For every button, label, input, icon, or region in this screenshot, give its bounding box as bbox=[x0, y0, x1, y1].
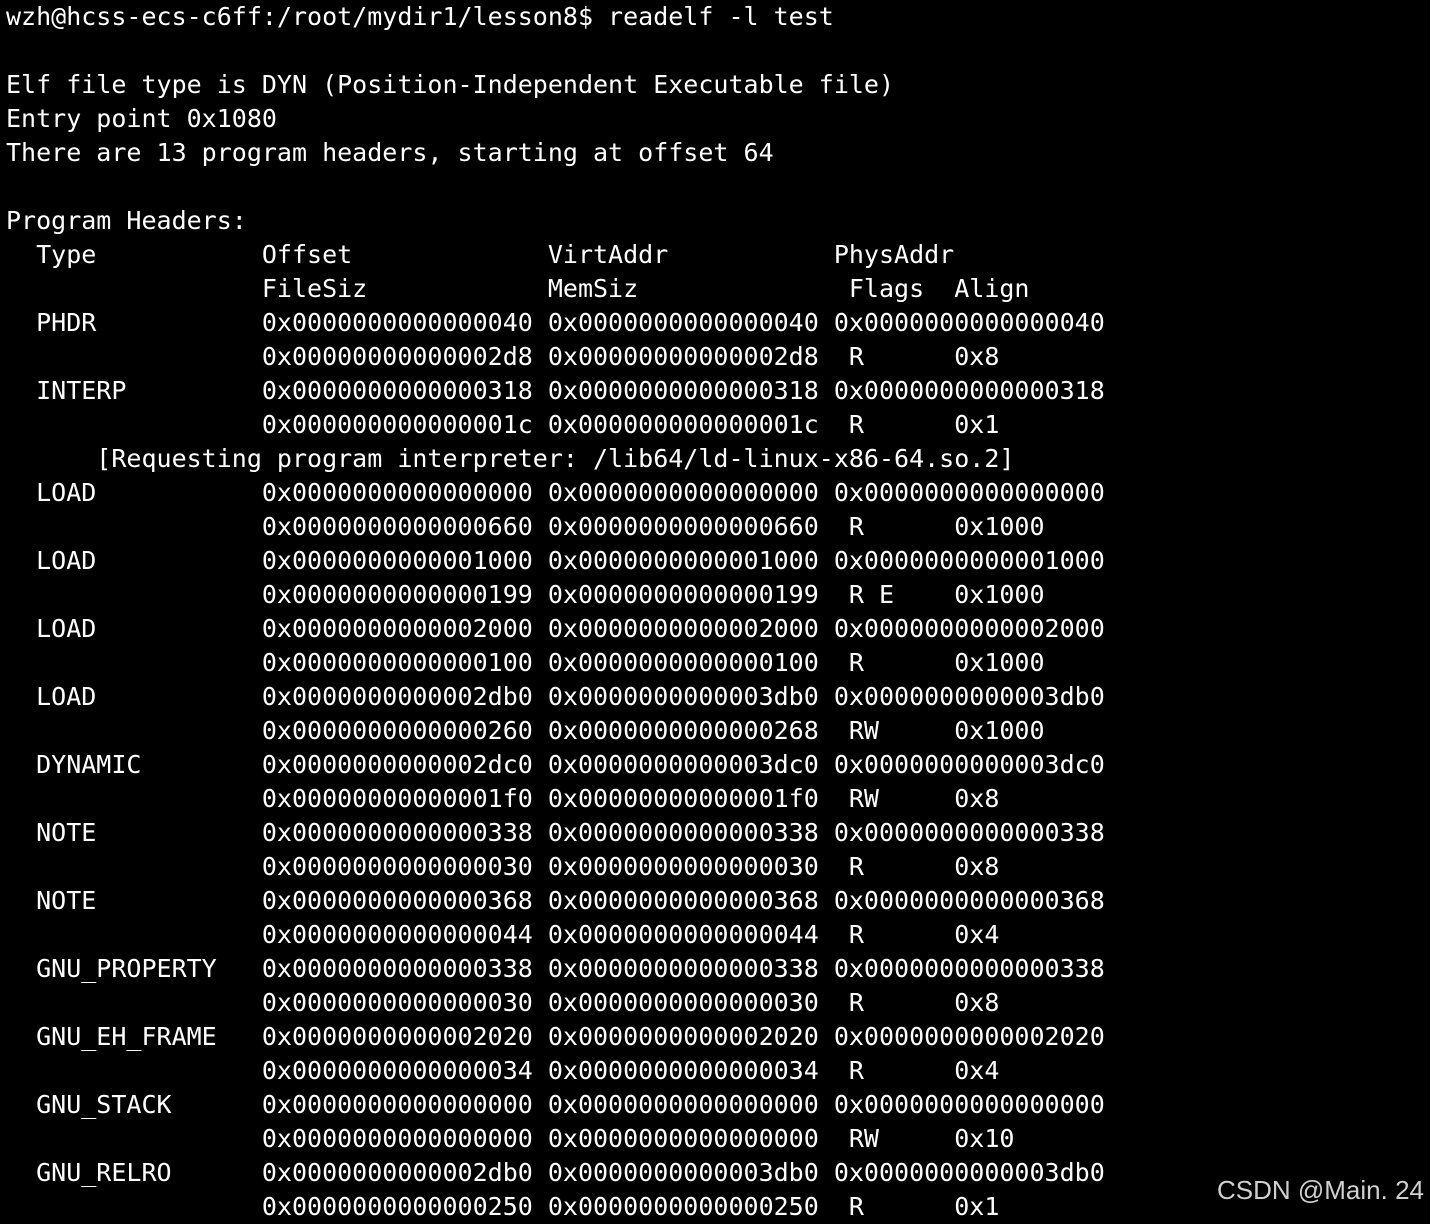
table-row: 0x0000000000000044 0x0000000000000044 R … bbox=[6, 920, 1000, 949]
terminal-output: wzh@hcss-ecs-c6ff:/root/mydir1/lesson8$ … bbox=[6, 0, 1105, 1224]
table-row: 0x0000000000000030 0x0000000000000030 R … bbox=[6, 852, 1000, 881]
table-row: 0x0000000000000034 0x0000000000000034 R … bbox=[6, 1056, 1000, 1085]
table-row: LOAD 0x0000000000002db0 0x0000000000003d… bbox=[6, 682, 1105, 711]
table-header-row: FileSiz MemSiz Flags Align bbox=[6, 274, 1030, 303]
table-row: LOAD 0x0000000000001000 0x00000000000010… bbox=[6, 546, 1105, 575]
table-row: INTERP 0x0000000000000318 0x000000000000… bbox=[6, 376, 1105, 405]
table-row: 0x0000000000000660 0x0000000000000660 R … bbox=[6, 512, 1045, 541]
terminal-line-prompt: wzh@hcss-ecs-c6ff:/root/mydir1/lesson8$ … bbox=[6, 2, 834, 31]
table-row: DYNAMIC 0x0000000000002dc0 0x00000000000… bbox=[6, 750, 1105, 779]
terminal-window[interactable]: wzh@hcss-ecs-c6ff:/root/mydir1/lesson8$ … bbox=[0, 0, 1430, 1221]
table-row: 0x000000000000001c 0x000000000000001c R … bbox=[6, 410, 1000, 439]
table-row: 0x0000000000000100 0x0000000000000100 R … bbox=[6, 648, 1045, 677]
table-row: 0x0000000000000199 0x0000000000000199 R … bbox=[6, 580, 1045, 609]
table-row: GNU_EH_FRAME 0x0000000000002020 0x000000… bbox=[6, 1022, 1105, 1051]
table-row: NOTE 0x0000000000000338 0x00000000000003… bbox=[6, 818, 1105, 847]
terminal-line: Elf file type is DYN (Position-Independe… bbox=[6, 70, 895, 99]
terminal-line: Program Headers: bbox=[6, 206, 247, 235]
terminal-line: Entry point 0x1080 bbox=[6, 104, 277, 133]
table-row: GNU_STACK 0x0000000000000000 0x000000000… bbox=[6, 1090, 1105, 1119]
table-row: 0x00000000000002d8 0x00000000000002d8 R … bbox=[6, 342, 1000, 371]
table-row: PHDR 0x0000000000000040 0x00000000000000… bbox=[6, 308, 1105, 337]
table-row: LOAD 0x0000000000000000 0x00000000000000… bbox=[6, 478, 1105, 507]
table-row: 0x0000000000000000 0x0000000000000000 RW… bbox=[6, 1124, 1015, 1153]
interpreter-note: [Requesting program interpreter: /lib64/… bbox=[6, 444, 1015, 473]
table-row: 0x00000000000001f0 0x00000000000001f0 RW… bbox=[6, 784, 1000, 813]
table-row: GNU_PROPERTY 0x0000000000000338 0x000000… bbox=[6, 954, 1105, 983]
table-row: 0x0000000000000260 0x0000000000000268 RW… bbox=[6, 716, 1045, 745]
table-row: LOAD 0x0000000000002000 0x00000000000020… bbox=[6, 614, 1105, 643]
watermark: CSDN @Main. 24 bbox=[1216, 1175, 1424, 1205]
table-row: GNU_RELRO 0x0000000000002db0 0x000000000… bbox=[6, 1158, 1105, 1187]
table-row: 0x0000000000000030 0x0000000000000030 R … bbox=[6, 988, 1000, 1017]
table-header-row: Type Offset VirtAddr PhysAddr bbox=[6, 240, 955, 269]
table-row: 0x0000000000000250 0x0000000000000250 R … bbox=[6, 1192, 1000, 1221]
terminal-line: There are 13 program headers, starting a… bbox=[6, 138, 774, 167]
table-row: NOTE 0x0000000000000368 0x00000000000003… bbox=[6, 886, 1105, 915]
